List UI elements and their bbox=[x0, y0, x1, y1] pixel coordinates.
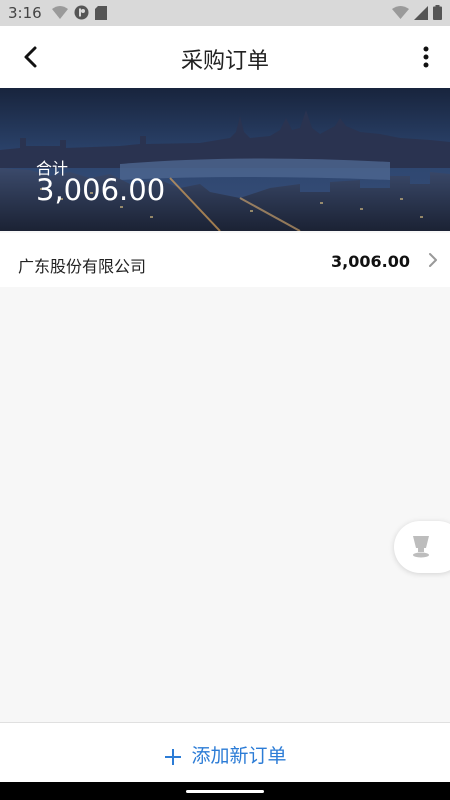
plus-icon bbox=[165, 748, 182, 765]
status-time: 3:16 bbox=[8, 4, 42, 22]
system-nav-bar bbox=[0, 782, 450, 800]
signal-icon bbox=[414, 5, 428, 20]
wifi-icon bbox=[392, 5, 409, 19]
company-name: 广东股份有限公司 bbox=[18, 257, 147, 276]
battery-icon bbox=[433, 5, 442, 20]
shield-icon bbox=[74, 5, 89, 20]
cup-icon bbox=[413, 536, 429, 558]
home-indicator[interactable] bbox=[186, 790, 264, 793]
app-bar: 采购订单 bbox=[0, 26, 450, 88]
status-bar: 3:16 bbox=[0, 0, 450, 26]
status-icons-right bbox=[392, 5, 442, 20]
more-menu-button[interactable] bbox=[416, 42, 436, 72]
order-amount: 3,006.00 bbox=[331, 252, 410, 271]
add-order-button[interactable]: 添加新订单 bbox=[0, 722, 450, 783]
chevron-right-icon bbox=[429, 253, 437, 267]
total-amount: 3,006.00 bbox=[36, 173, 166, 207]
status-icons-left bbox=[52, 5, 107, 20]
page-title: 采购订单 bbox=[180, 49, 269, 74]
sd-card-icon bbox=[95, 5, 107, 20]
add-order-label: 添加新订单 bbox=[191, 745, 287, 767]
order-list-item[interactable]: 广东股份有限公司 3,006.00 bbox=[0, 233, 450, 287]
wifi-icon bbox=[52, 5, 68, 19]
floating-assistant-button[interactable] bbox=[394, 521, 450, 573]
